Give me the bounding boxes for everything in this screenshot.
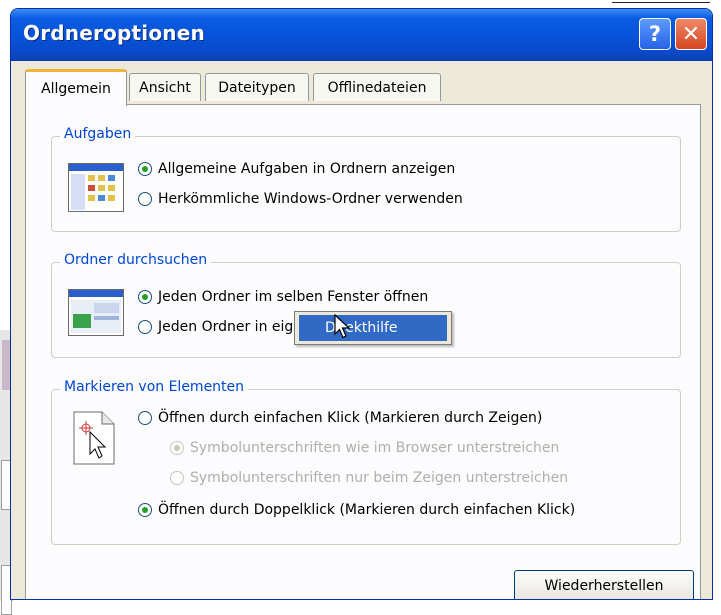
radio-double-click[interactable]: Öffnen durch Doppelklick (Markieren durc… [138, 502, 575, 518]
browse-preview-icon [68, 289, 124, 341]
radio-single-click[interactable]: Öffnen durch einfachen Klick (Markieren … [138, 410, 542, 426]
tab-label: Ansicht [139, 79, 191, 96]
option-label: Symbolunterschriften nur beim Zeigen unt… [190, 470, 569, 486]
tab-label: Allgemein [41, 81, 111, 97]
tab-ansicht[interactable]: Ansicht [129, 73, 201, 101]
radio-unchecked-icon [138, 411, 152, 425]
title-bar[interactable]: Ordneroptionen ? ✕ [11, 9, 712, 61]
option-label: Symbolunterschriften wie im Browser unte… [190, 440, 560, 456]
click-preview-icon [72, 410, 116, 470]
mouse-cursor-icon [334, 313, 351, 344]
group-title-select: Markieren von Elementen [60, 379, 249, 395]
tab-offlinedateien[interactable]: Offlinedateien [313, 73, 441, 101]
option-label: Öffnen durch Doppelklick (Markieren durc… [158, 502, 576, 518]
group-title-browse: Ordner durchsuchen [60, 252, 212, 268]
option-label: Öffnen durch einfachen Klick (Markieren … [158, 410, 543, 426]
tab-dateitypen[interactable]: Dateitypen [205, 73, 309, 101]
radio-checked-icon [170, 441, 184, 455]
radio-unchecked-icon [138, 320, 152, 334]
option-label: Herkömmliche Windows-Ordner verwenden [158, 191, 463, 207]
option-label: Jeden Ordner im selben Fenster öffnen [158, 289, 429, 305]
radio-checked-icon [138, 503, 152, 517]
tasks-preview-icon [68, 163, 124, 217]
group-tasks: Aufgaben Allgemeine Aufgaben in Ordnern … [51, 126, 681, 232]
context-menu: Direkthilfe [294, 311, 452, 345]
radio-same-window[interactable]: Jeden Ordner im selben Fenster öffnen [138, 289, 428, 305]
group-title-tasks: Aufgaben [60, 126, 136, 142]
tab-label: Offlinedateien [327, 79, 427, 96]
window-title: Ordneroptionen [23, 21, 205, 45]
radio-unchecked-icon [170, 471, 184, 485]
background-mark [2, 340, 10, 390]
close-button[interactable]: ✕ [675, 18, 707, 50]
radio-underline-browser: Symbolunterschriften wie im Browser unte… [170, 440, 559, 456]
help-button[interactable]: ? [639, 18, 671, 50]
option-label: Allgemeine Aufgaben in Ordnern anzeigen [158, 161, 456, 177]
close-icon: ✕ [681, 21, 701, 47]
radio-checked-icon [138, 290, 152, 304]
folder-options-dialog: Ordneroptionen ? ✕ Allgemein Ansicht Dat… [10, 8, 713, 600]
restore-defaults-button[interactable]: Wiederherstellen [514, 570, 694, 599]
context-menu-item-direkthilfe[interactable]: Direkthilfe [299, 315, 447, 341]
background-line [612, 2, 710, 3]
tab-label: Dateitypen [218, 79, 296, 96]
radio-unchecked-icon [138, 192, 152, 206]
radio-show-tasks[interactable]: Allgemeine Aufgaben in Ordnern anzeigen [138, 161, 455, 177]
tab-allgemein[interactable]: Allgemein [25, 69, 127, 106]
radio-classic-folders[interactable]: Herkömmliche Windows-Ordner verwenden [138, 191, 463, 207]
radio-underline-hover: Symbolunterschriften nur beim Zeigen unt… [170, 470, 568, 486]
tab-panel-allgemein: Aufgaben Allgemeine Aufgaben in Ordnern … [25, 104, 701, 599]
help-icon: ? [648, 22, 662, 46]
radio-checked-icon [138, 162, 152, 176]
group-select: Markieren von Elementen Öffnen durch ein… [51, 379, 681, 545]
